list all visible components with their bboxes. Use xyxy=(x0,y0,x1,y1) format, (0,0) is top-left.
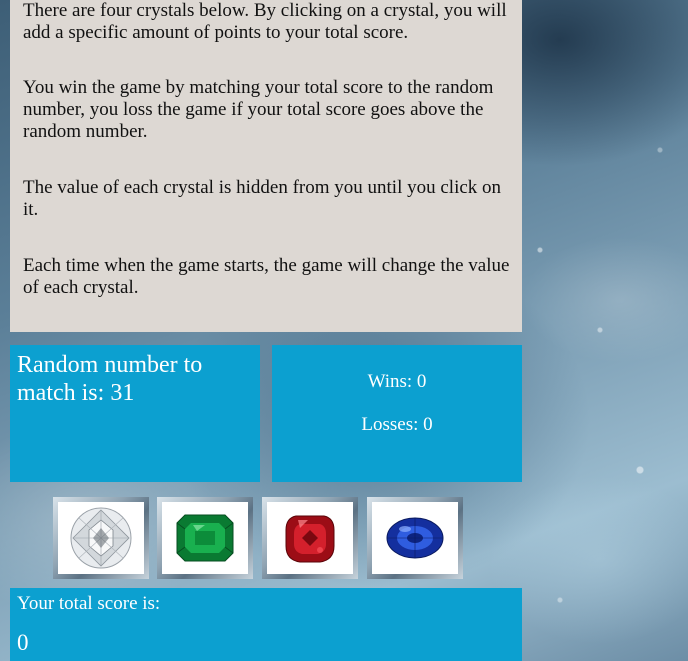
crystal-button-sapphire[interactable] xyxy=(367,497,463,579)
instructions-panel: There are four crystals below. By clicki… xyxy=(10,0,522,332)
instruction-paragraph-3: The value of each crystal is hidden from… xyxy=(23,177,502,220)
instruction-paragraph-4: Each time when the game starts, the game… xyxy=(23,255,510,298)
instruction-paragraph-1: There are four crystals below. By clicki… xyxy=(23,0,507,43)
losses-counter: Losses: 0 xyxy=(361,414,433,435)
win-loss-box: Wins: 0 Losses: 0 xyxy=(272,345,522,482)
total-score-label: Your total score is: xyxy=(17,593,161,614)
instruction-paragraph-2: You win the game by matching your total … xyxy=(23,77,494,142)
crystal-button-emerald[interactable] xyxy=(157,497,253,579)
random-number-label: Random number to match is: 31 xyxy=(17,352,203,406)
diamond-crystal-icon xyxy=(70,507,132,569)
sapphire-crystal-icon xyxy=(386,517,444,559)
ruby-crystal-icon xyxy=(285,515,335,563)
emerald-crystal-icon xyxy=(176,514,234,562)
crystal-button-diamond[interactable] xyxy=(53,497,149,579)
random-number-box: Random number to match is: 31 xyxy=(10,345,260,482)
total-score-box: Your total score is: 0 xyxy=(10,588,522,661)
total-score-value: 0 xyxy=(17,630,29,655)
crystal-button-ruby[interactable] xyxy=(262,497,358,579)
wins-counter: Wins: 0 xyxy=(367,371,427,392)
